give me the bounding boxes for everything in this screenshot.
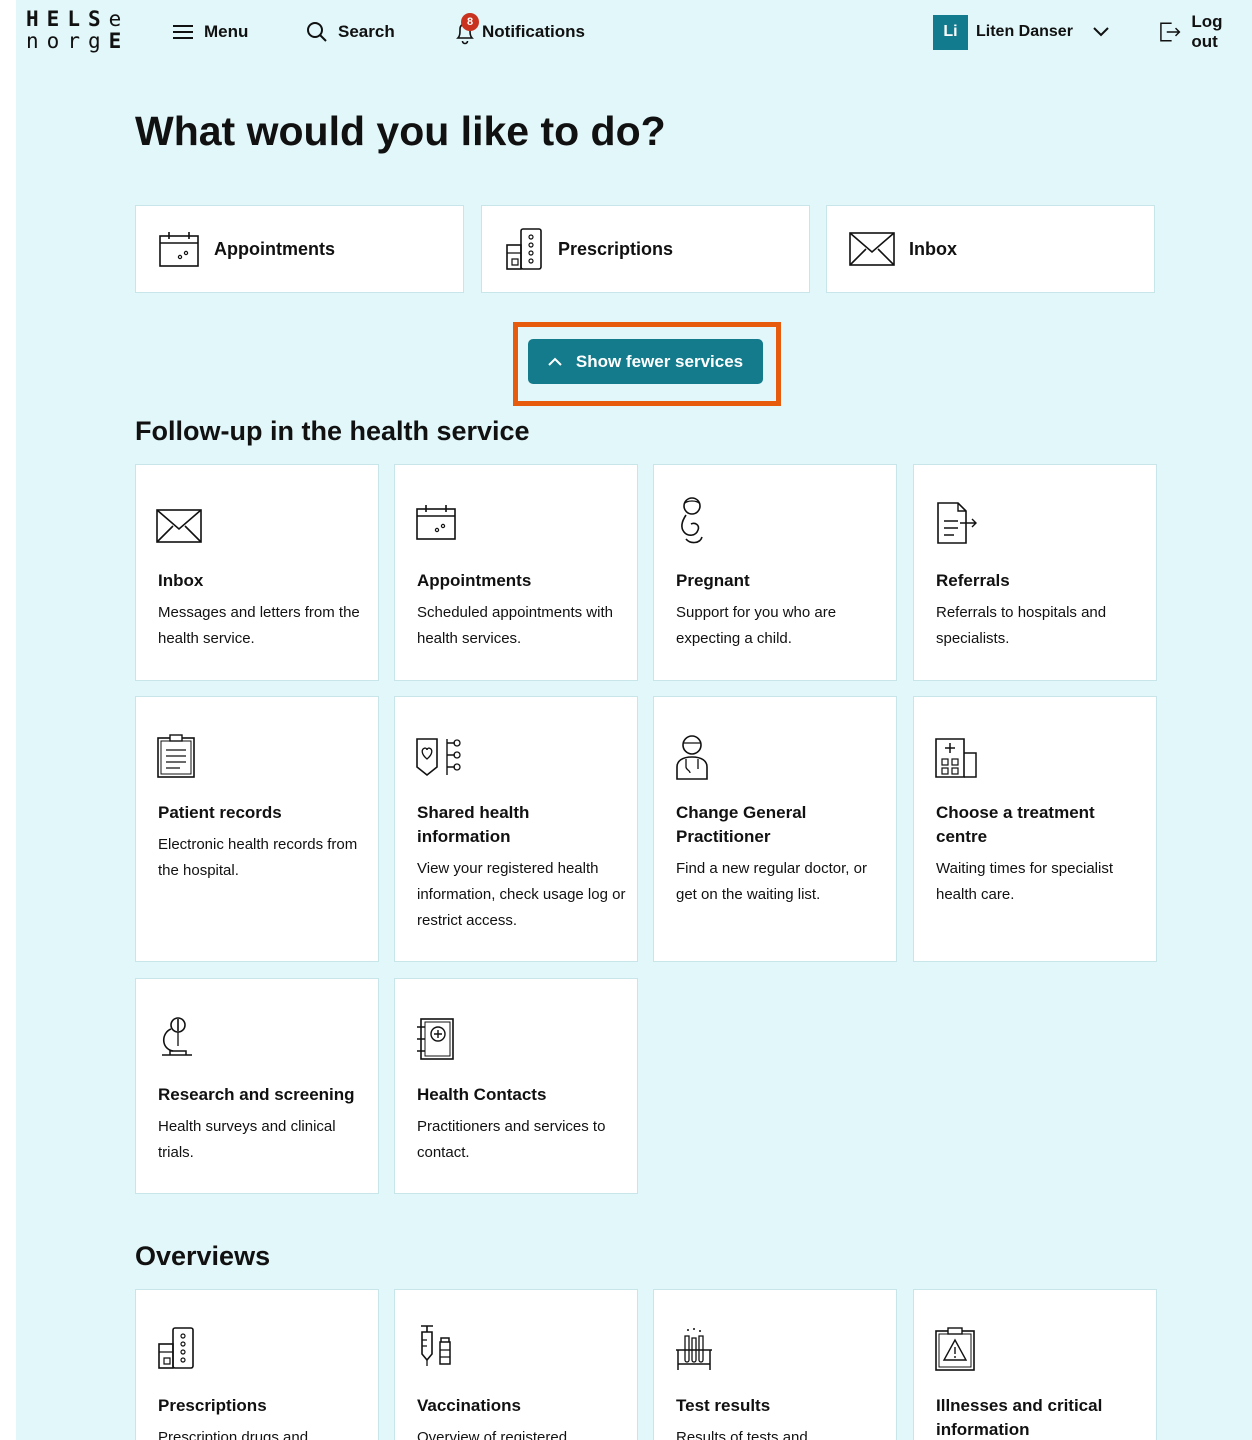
quick-link-label: Inbox: [909, 238, 957, 259]
envelope-icon: [156, 509, 202, 543]
card-title: Prescriptions: [158, 1396, 267, 1415]
overview-card-illnesses-critical-information[interactable]: Illnesses and critical information: [913, 1289, 1157, 1440]
card-title: Health Contacts: [417, 1085, 547, 1104]
card-title: Shared health information: [417, 803, 530, 846]
show-fewer-label: Show fewer services: [575, 351, 744, 371]
card-desc: Messages and letters from the health ser…: [158, 604, 360, 647]
card-desc: Electronic health records from the hospi…: [158, 836, 358, 879]
card-title: Research and screening: [158, 1085, 355, 1104]
avatar: Li: [933, 14, 968, 50]
card-title: Vaccinations: [417, 1396, 521, 1415]
quick-link-inbox[interactable]: Inbox: [826, 205, 1155, 293]
section-heading-followup: Follow-up in the health service: [135, 416, 530, 446]
quick-link-prescriptions[interactable]: Prescriptions: [481, 205, 810, 293]
notifications-label: Notifications: [482, 22, 585, 41]
contacts-book-icon: [417, 1018, 454, 1060]
card-desc: Results of tests and: [676, 1429, 808, 1440]
microscope-icon: [162, 1017, 192, 1056]
chevron-down-icon: [1093, 27, 1109, 37]
card-title: Illnesses and critical information: [936, 1396, 1103, 1439]
prescription-icon: [158, 1327, 194, 1369]
user-name: Liten Danser: [976, 23, 1073, 40]
logo-top: HELSe: [26, 7, 130, 31]
calendar-icon: [416, 505, 456, 540]
logout-icon: [1160, 22, 1181, 42]
card-title: Referrals: [936, 571, 1010, 590]
page: HELSe norgE Menu Search 8 Notifications …: [16, 0, 1252, 1440]
header: HELSe norgE Menu Search 8 Notifications …: [16, 0, 1252, 64]
overview-card-vaccinations[interactable]: Vaccinations Overview of registered: [394, 1289, 638, 1440]
card-desc: Waiting times for specialist health care…: [936, 860, 1113, 903]
quick-link-appointments[interactable]: Appointments: [135, 205, 464, 293]
service-card-shared-health-information[interactable]: Shared health information View your regi…: [394, 696, 638, 962]
service-card-referrals[interactable]: Referrals Referrals to hospitals and spe…: [913, 464, 1157, 681]
card-title: Test results: [676, 1396, 771, 1415]
card-title: Choose a treatment centre: [936, 803, 1095, 846]
envelope-icon: [849, 232, 895, 266]
shared-info-icon: [416, 738, 461, 777]
pregnant-icon: [681, 497, 703, 544]
search-label: Search: [338, 22, 395, 41]
service-card-pregnant[interactable]: Pregnant Support for you who are expecti…: [653, 464, 897, 681]
service-card-appointments[interactable]: Appointments Scheduled appointments with…: [394, 464, 638, 681]
card-title: Appointments: [417, 571, 532, 590]
card-desc: Scheduled appointments with health servi…: [417, 604, 613, 647]
service-card-research-and-screening[interactable]: Research and screening Health surveys an…: [135, 978, 379, 1194]
quick-link-label: Prescriptions: [558, 238, 674, 259]
notification-count-badge: 8: [461, 13, 479, 31]
hamburger-icon: [173, 25, 193, 39]
section-heading-overviews: Overviews: [135, 1241, 271, 1271]
calendar-icon: [159, 232, 199, 267]
logout-label: Log out: [1191, 12, 1223, 51]
card-title: Change General Practitioner: [676, 803, 807, 846]
logout-button[interactable]: Log out: [1158, 12, 1252, 51]
service-card-health-contacts[interactable]: Health Contacts Practitioners and servic…: [394, 978, 638, 1194]
prescription-icon: [506, 228, 542, 270]
card-title: Patient records: [158, 803, 282, 822]
card-desc: Referrals to hospitals and specialists.: [936, 604, 1107, 647]
logo-bottom: norgE: [26, 29, 130, 53]
menu-label: Menu: [204, 22, 249, 41]
card-desc: Find a new regular doctor, or get on the…: [676, 860, 867, 903]
search-button[interactable]: Search: [306, 14, 395, 50]
menu-button[interactable]: Menu: [172, 14, 248, 50]
service-card-patient-records[interactable]: Patient records Electronic health record…: [135, 696, 379, 962]
doctor-icon: [676, 735, 708, 780]
service-card-inbox[interactable]: Inbox Messages and letters from the heal…: [135, 464, 379, 681]
hospital-icon: [935, 738, 977, 778]
page-title: What would you like to do?: [135, 108, 666, 154]
user-menu[interactable]: Li Liten Danser: [933, 14, 1119, 50]
show-fewer-services-button[interactable]: Show fewer services: [528, 339, 763, 384]
overview-card-prescriptions[interactable]: Prescriptions Prescription drugs and: [135, 1289, 379, 1440]
test-tubes-icon: [676, 1328, 712, 1370]
overview-card-test-results[interactable]: Test results Results of tests and: [653, 1289, 897, 1440]
helsenorge-logo[interactable]: HELSe norgE: [26, 8, 136, 58]
card-desc: Health surveys and clinical trials.: [158, 1118, 336, 1161]
chevron-up-icon: [548, 357, 562, 366]
card-title: Pregnant: [676, 571, 750, 590]
referral-icon: [937, 502, 977, 544]
search-icon: [307, 22, 327, 42]
card-desc: View your registered health information,…: [417, 860, 626, 929]
vaccine-icon: [421, 1325, 451, 1366]
card-desc: Prescription drugs and: [158, 1429, 309, 1440]
service-card-choose-treatment-centre[interactable]: Choose a treatment centre Waiting times …: [913, 696, 1157, 962]
clipboard-icon: [157, 734, 195, 778]
warning-clipboard-icon: [935, 1327, 975, 1371]
card-title: Inbox: [158, 571, 204, 590]
notifications-button[interactable]: 8 Notifications: [450, 13, 585, 50]
card-desc: Practitioners and services to contact.: [417, 1118, 606, 1161]
service-card-change-general-practitioner[interactable]: Change General Practitioner Find a new r…: [653, 696, 897, 962]
quick-link-label: Appointments: [214, 238, 335, 259]
card-desc: Overview of registered: [417, 1429, 568, 1440]
card-desc: Support for you who are expecting a chil…: [676, 604, 837, 647]
